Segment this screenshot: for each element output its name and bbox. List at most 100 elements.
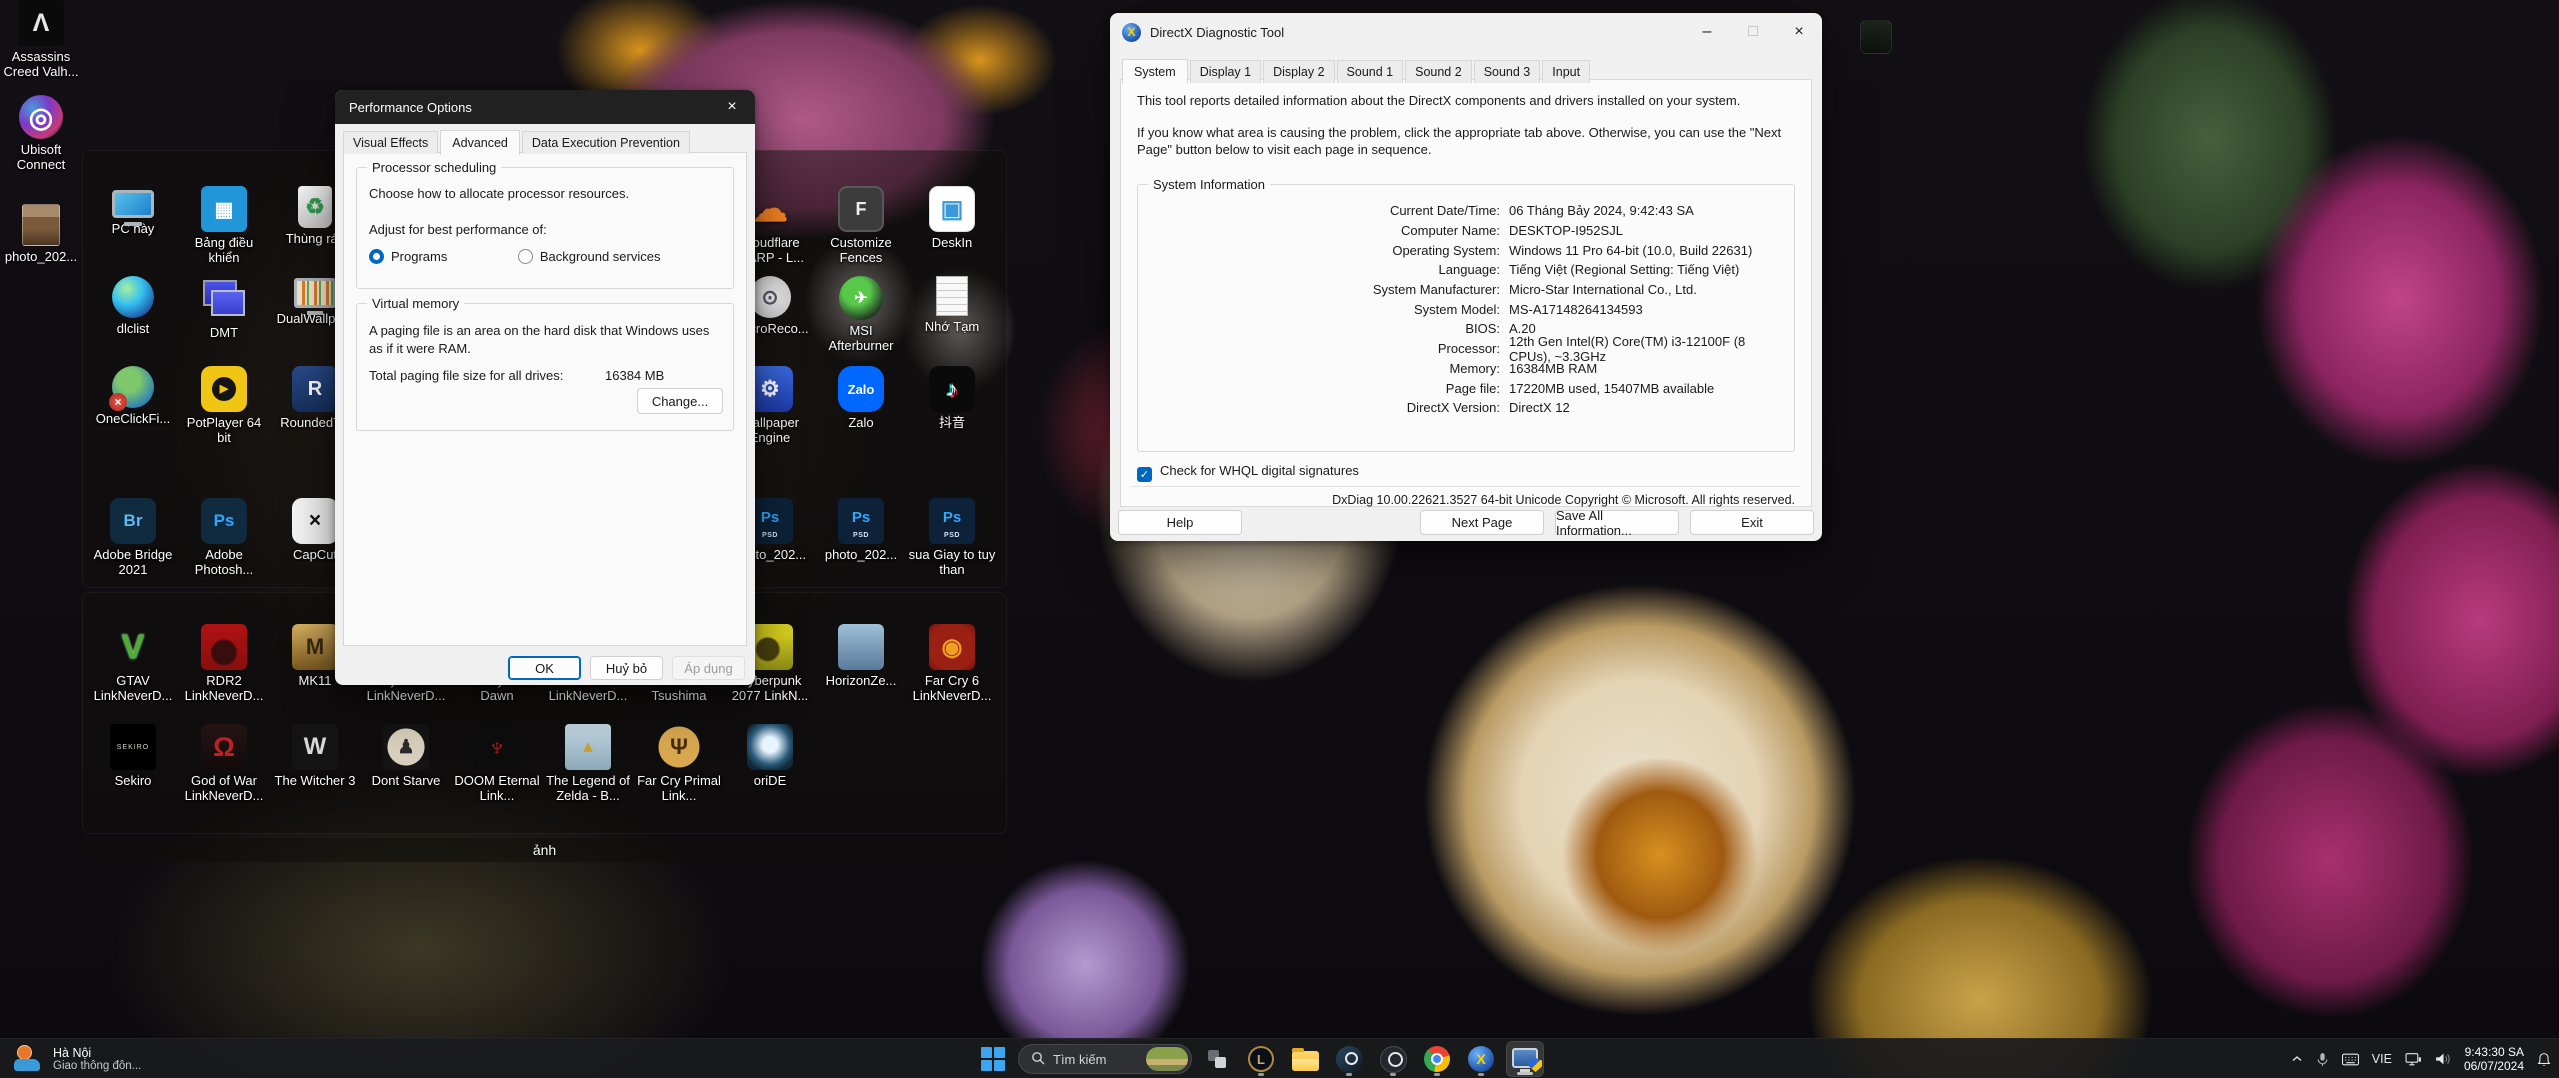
taskbar-app-file-explorer[interactable] <box>1286 1041 1324 1077</box>
performance-options-titlebar[interactable]: Performance Options × <box>335 90 755 124</box>
desktop-icon[interactable]: ▣ DeskIn <box>907 186 997 276</box>
tab-sound-1[interactable]: Sound 1 <box>1337 60 1404 83</box>
microphone-icon[interactable] <box>2316 1052 2329 1067</box>
close-button[interactable]: × <box>1776 13 1822 51</box>
desktop-icon[interactable]: DMT <box>179 276 269 366</box>
group-title: System Information <box>1148 177 1270 192</box>
desktop-icon[interactable]: ♆ DOOM Eternal Link... <box>452 724 542 824</box>
desktop-icon-label: Bảng điều khiển <box>179 235 269 265</box>
desktop-icon-image: ♟ <box>383 724 429 770</box>
touch-keyboard-icon[interactable] <box>2342 1053 2359 1066</box>
desktop-icon[interactable]: OneClickFi... <box>88 366 178 498</box>
fence-photos-titlebar[interactable]: ảnh <box>82 838 1007 862</box>
clock[interactable]: 9:43:30 SA 06/07/2024 <box>2464 1045 2524 1073</box>
minimize-button[interactable]: – <box>1684 13 1730 51</box>
desktop-icon[interactable]: dlclist <box>88 276 178 366</box>
desktop-icon[interactable]: ▶ PotPlayer 64 bit <box>179 366 269 498</box>
desktop-icon[interactable]: Zalo Zalo <box>816 366 906 498</box>
volume-icon[interactable] <box>2435 1052 2451 1066</box>
next-page-button[interactable]: Next Page <box>1420 510 1544 535</box>
network-icon[interactable] <box>2405 1052 2422 1067</box>
desktop-icon[interactable]: Nhớ Tạm <box>907 276 997 366</box>
desktop-left-icon-column: Λ Assassins Creed Valh... ◎ Ubisoft Conn… <box>0 0 82 280</box>
dxdiag-tabs: System Display 1 Display 2 Sound 1 Sound… <box>1122 59 1592 83</box>
desktop-icon[interactable]: Λ Assassins Creed Valh... <box>0 0 82 79</box>
desktop-icon[interactable]: SEKIRO Sekiro <box>88 724 178 824</box>
system-info-label: System Manufacturer: <box>1148 282 1500 297</box>
desktop-icon-label: photo_202... <box>816 547 906 562</box>
desktop-icon[interactable]: PC này <box>88 186 178 276</box>
desktop-icon[interactable]: ◎ Ubisoft Connect <box>0 95 82 172</box>
help-button[interactable]: Help <box>1118 510 1242 535</box>
dxdiag-titlebar[interactable]: X DirectX Diagnostic Tool – □ × <box>1110 13 1822 51</box>
desktop-icon[interactable]: PsPSD photo_202... <box>816 498 906 594</box>
tab-input[interactable]: Input <box>1542 60 1590 83</box>
radio-background-services[interactable] <box>518 249 533 264</box>
tab-visual-effects[interactable]: Visual Effects <box>343 131 438 154</box>
tab-data-execution-prevention[interactable]: Data Execution Prevention <box>522 131 690 154</box>
notification-bell-icon[interactable] <box>2537 1052 2551 1067</box>
desktop-icon[interactable]: ✈ MSI Afterburner <box>816 276 906 366</box>
taskbar-app-system-properties[interactable] <box>1506 1041 1544 1077</box>
tab-sound-3[interactable]: Sound 3 <box>1474 60 1541 83</box>
desktop-icon[interactable]: W The Witcher 3 <box>270 724 360 824</box>
widgets-button[interactable]: Hà Nội Giao thông đôn... <box>4 1041 151 1077</box>
system-info-label: Language: <box>1148 262 1500 277</box>
desktop-icon[interactable]: HorizonZe... <box>816 624 906 724</box>
cancel-button[interactable]: Huỷ bỏ <box>590 656 663 680</box>
desktop-icon[interactable]: V GTAV LinkNeverD... <box>88 624 178 724</box>
desktop-icon[interactable]: Ω God of War LinkNeverD... <box>179 724 269 824</box>
desktop-icon-image: M <box>292 624 338 670</box>
tab-display-1[interactable]: Display 1 <box>1190 60 1261 83</box>
desktop-icon-label: Far Cry Primal Link... <box>634 773 724 803</box>
virtual-memory-group: Virtual memory A paging file is an area … <box>356 303 734 431</box>
desktop-icon[interactable]: PsPSD sua Giay to tuy than <box>907 498 997 594</box>
desktop-icon[interactable]: ▲ The Legend of Zelda - B... <box>543 724 633 824</box>
tray-overflow-button[interactable] <box>2291 1053 2303 1065</box>
desktop-icon[interactable]: oriDE <box>725 724 815 824</box>
desktop-icon[interactable]: ♪ 抖音 <box>907 366 997 498</box>
desktop-icon[interactable]: Ψ Far Cry Primal Link... <box>634 724 724 824</box>
task-view-button[interactable] <box>1198 1041 1236 1077</box>
desktop-icon-label: DeskIn <box>907 235 997 250</box>
desktop-icon-image: ▣ <box>929 186 975 232</box>
desktop-icon[interactable]: RDR2 LinkNeverD... <box>179 624 269 724</box>
maximize-button[interactable]: □ <box>1730 13 1776 51</box>
taskbar-app-dxdiag[interactable]: X <box>1462 1041 1500 1077</box>
desktop-icon-image: Λ <box>18 0 64 46</box>
desktop-icon-label: God of War LinkNeverD... <box>179 773 269 803</box>
desktop-shortcut-unknown[interactable] <box>1860 20 1892 54</box>
taskbar-app-chrome[interactable] <box>1418 1041 1456 1077</box>
tab-advanced[interactable]: Advanced <box>440 130 520 155</box>
language-indicator[interactable]: VIE <box>2372 1052 2392 1066</box>
whql-checkbox[interactable]: ✓ <box>1137 467 1152 482</box>
performance-options-tabs: Visual Effects Advanced Data Execution P… <box>343 130 692 154</box>
search-box[interactable]: Tìm kiếm <box>1018 1044 1192 1074</box>
desktop-icon[interactable]: ▦ Bảng điều khiển <box>179 186 269 276</box>
tab-display-2[interactable]: Display 2 <box>1263 60 1334 83</box>
close-button[interactable]: × <box>709 90 755 124</box>
start-button[interactable] <box>974 1041 1012 1077</box>
apply-button[interactable]: Áp dụng <box>672 656 745 680</box>
taskbar-app-steam[interactable] <box>1330 1041 1368 1077</box>
radio-programs[interactable] <box>369 249 384 264</box>
taskbar-app-obs[interactable] <box>1374 1041 1412 1077</box>
desktop-icon[interactable]: Ps Adobe Photosh... <box>179 498 269 594</box>
maximize-icon: □ <box>1748 23 1758 41</box>
desktop-icon-image: ⊙ <box>749 276 791 318</box>
total-paging-value: 16384 MB <box>605 368 664 383</box>
save-all-information-button[interactable]: Save All Information... <box>1555 510 1679 535</box>
desktop-icon[interactable]: F Customize Fences <box>816 186 906 276</box>
desktop-icon[interactable]: Br Adobe Bridge 2021 <box>88 498 178 594</box>
desktop-icon[interactable]: ◉ Far Cry 6 LinkNeverD... <box>907 624 997 724</box>
desktop-icon[interactable]: photo_202... <box>0 204 82 264</box>
desktop-icon-image: Zalo <box>838 366 884 412</box>
taskbar-app-league-of-legends[interactable]: L <box>1242 1041 1280 1077</box>
ok-button[interactable]: OK <box>508 656 581 680</box>
exit-button[interactable]: Exit <box>1690 510 1814 535</box>
tab-sound-2[interactable]: Sound 2 <box>1405 60 1472 83</box>
change-button[interactable]: Change... <box>637 388 723 414</box>
desktop-icon[interactable]: ♟ Dont Starve <box>361 724 451 824</box>
dxdiag-app-icon: X <box>1122 23 1141 42</box>
tab-system[interactable]: System <box>1122 59 1188 84</box>
